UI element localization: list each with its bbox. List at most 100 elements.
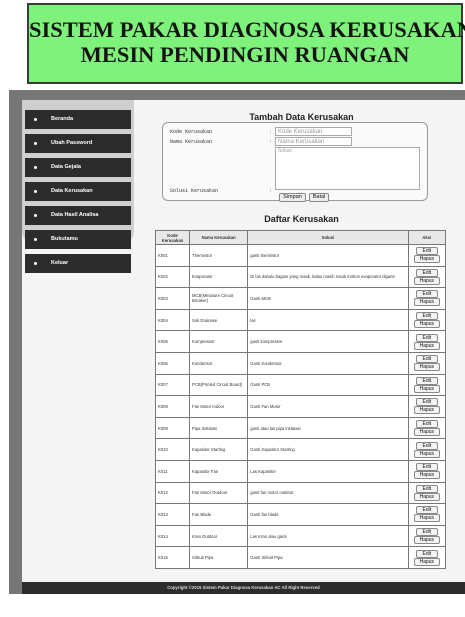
edit-button[interactable]: Edit	[415, 290, 438, 299]
edit-button[interactable]: Edit	[415, 549, 438, 558]
hapus-button[interactable]: Hapus	[413, 449, 440, 458]
cell-name: Kapasitor Starting	[189, 438, 249, 461]
hapus-button[interactable]: Hapus	[413, 492, 440, 501]
nama-input[interactable]: Nama Kerusakan	[275, 137, 352, 146]
edit-button[interactable]: Edit	[415, 247, 438, 256]
table-row: K001 Thermistor ganti thermistor Edit Hapus	[154, 244, 447, 267]
cell-actions: Edit Hapus	[407, 481, 447, 505]
table-header-row: Kode Kerusakan Nama Kerusakan Solusi Aks…	[154, 230, 447, 245]
cell-code: K008	[154, 395, 191, 418]
cell-code: K014	[154, 524, 191, 548]
bullet-icon	[34, 214, 37, 217]
cell-actions: Edit Hapus	[407, 308, 447, 332]
hapus-button[interactable]: Hapus	[413, 276, 440, 285]
table-row: K004 Sok Drainase las Edit Hapus	[154, 308, 447, 332]
edit-button[interactable]: Edit	[415, 463, 438, 472]
bullet-icon	[34, 118, 37, 121]
hapus-button[interactable]: Hapus	[413, 557, 440, 566]
edit-button[interactable]: Edit	[415, 268, 438, 277]
page-header: SISTEM PAKAR DIAGNOSA KERUSAKAN MESIN PE…	[27, 3, 465, 84]
table-row: K015 Sirkuit Pipa Ganti Sirkuit Pipa Edit Ha…	[154, 546, 447, 569]
bullet-icon	[34, 142, 37, 145]
cell-solution: Ganti MCB	[247, 287, 409, 310]
table-row: K009 Pipa Instalasi ganti atau las pipa in…	[154, 416, 447, 440]
hapus-button[interactable]: Hapus	[413, 363, 440, 372]
table-row: K010 Kapasitor Starting Ganti Kapasitor St…	[154, 438, 447, 461]
kode-label: Kode Kerusakan	[170, 129, 213, 135]
cell-name: PCB(Printed Circuit Board)	[189, 373, 249, 397]
cell-actions: Edit Hapus	[407, 330, 447, 353]
cell-name: Pipa Instalasi	[189, 416, 249, 440]
solusi-colon: :	[270, 188, 272, 194]
table-row: K013 Fan Blade Ganti fan blade Edit Hapus	[154, 503, 447, 526]
cell-code: K007	[154, 373, 191, 397]
cell-actions: Edit Hapus	[407, 373, 447, 397]
table-row: K012 Fan Motor Outdoor ganti fan motor out…	[154, 481, 447, 505]
table-row: K008 Fan Motor Indoor Ganti Fan Motor Edit H…	[154, 395, 447, 418]
hapus-button[interactable]: Hapus	[413, 428, 440, 437]
hapus-button[interactable]: Hapus	[413, 298, 440, 307]
cell-solution: Ganti Kapasitor Starting	[247, 438, 409, 461]
bullet-icon	[34, 238, 37, 241]
cell-code: K004	[154, 308, 191, 332]
menu-item-beranda[interactable]: Beranda	[25, 110, 131, 129]
edit-button[interactable]: Edit	[415, 312, 438, 321]
footer: Copyright ©2015 Sistem Pakar Diagnosa Ke…	[22, 582, 465, 594]
cell-code: K010	[154, 438, 191, 461]
list-heading: Daftar Kerusakan	[264, 214, 339, 224]
hapus-button[interactable]: Hapus	[413, 341, 440, 350]
cell-actions: Edit Hapus	[407, 438, 447, 461]
edit-button[interactable]: Edit	[415, 528, 438, 537]
menu-item-data-gejala[interactable]: Data Gejala	[25, 158, 131, 177]
col-nama: Nama Kerusakan	[189, 230, 249, 245]
edit-button[interactable]: Edit	[415, 506, 438, 515]
menu-item-ubah-password[interactable]: Ubah Password	[25, 134, 131, 153]
edit-button[interactable]: Edit	[415, 333, 438, 342]
edit-button[interactable]: Edit	[415, 441, 438, 450]
cell-code: K011	[154, 459, 191, 483]
menu-item-data-hasil-analisa[interactable]: Data Hasil Analisa	[25, 206, 131, 225]
hapus-button[interactable]: Hapus	[413, 320, 440, 329]
simpan-button[interactable]: Simpan	[279, 193, 306, 202]
cell-code: K015	[154, 546, 191, 569]
nama-label: Nama Kerusakan	[170, 139, 213, 145]
cell-code: K012	[154, 481, 191, 505]
cell-solution: las	[247, 308, 409, 332]
edit-button[interactable]: Edit	[415, 376, 438, 385]
cell-actions: Edit Hapus	[407, 287, 447, 310]
cell-code: K006	[154, 351, 191, 375]
cell-actions: Edit Hapus	[407, 351, 447, 375]
hapus-button[interactable]: Hapus	[413, 384, 440, 393]
menu-item-bukutamu[interactable]: Bukutamu	[25, 230, 131, 249]
edit-button[interactable]: Edit	[415, 355, 438, 364]
batal-button[interactable]: Batal	[309, 193, 329, 202]
edit-button[interactable]: Edit	[415, 398, 438, 407]
solusi-label: Solusi Kerusakan	[170, 188, 219, 194]
cell-code: K009	[154, 416, 191, 440]
add-kerusakan-form: Kode Kerusakan Nama Kerusakan Solusi Ker…	[162, 122, 428, 202]
table-row: K006 Kondensor Ganti Kondensor Edit Hapus	[154, 351, 447, 375]
hapus-button[interactable]: Hapus	[413, 536, 440, 545]
site-title-line2: MESIN PENDINGIN RUANGAN	[80, 42, 410, 67]
kode-input[interactable]: Kode Kerusakan	[275, 127, 352, 136]
hapus-button[interactable]: Hapus	[413, 514, 440, 523]
hapus-button[interactable]: Hapus	[413, 471, 440, 480]
main-content: Tambah Data Kerusakan Kode Kerusakan Nam…	[138, 100, 465, 582]
cell-actions: Edit Hapus	[407, 524, 447, 548]
kode-colon: :	[270, 129, 272, 135]
edit-button[interactable]: Edit	[415, 484, 438, 493]
cell-actions: Edit Hapus	[407, 244, 447, 267]
nama-colon: :	[270, 139, 272, 145]
cell-solution: ganti atau las pipa instalasi	[247, 416, 409, 440]
hapus-button[interactable]: Hapus	[413, 255, 440, 264]
solusi-textarea[interactable]: Solusi	[275, 147, 420, 190]
menu-item-keluar[interactable]: Keluar	[25, 254, 131, 273]
hapus-button[interactable]: Hapus	[413, 406, 440, 415]
cell-code: K005	[154, 330, 191, 353]
menu-item-data-kerusakan[interactable]: Data Kerusakan	[25, 182, 131, 201]
cell-code: K002	[154, 265, 191, 289]
cell-actions: Edit Hapus	[407, 395, 447, 418]
cell-name: Kondensor	[189, 351, 249, 375]
cell-name: Sirkuit Pipa	[189, 546, 249, 569]
edit-button[interactable]: Edit	[415, 420, 438, 429]
